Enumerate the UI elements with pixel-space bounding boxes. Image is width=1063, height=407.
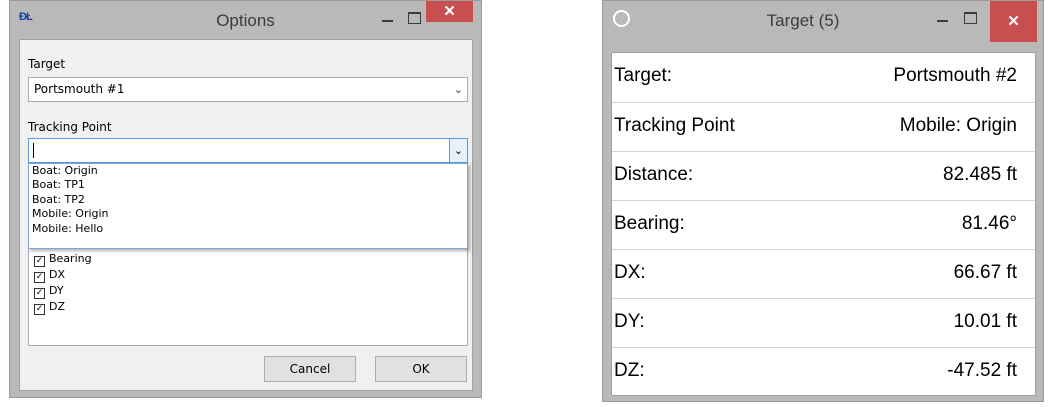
target-readout-table: Target: Portsmouth #2 Tracking Point Mob… xyxy=(611,52,1036,396)
minimize-icon[interactable] xyxy=(375,7,399,29)
readout-value: -47.52 ft xyxy=(947,360,1017,381)
checklist-item-dx[interactable]: ✓ DX xyxy=(34,267,65,283)
readout-key: Distance: xyxy=(614,164,694,185)
text-caret xyxy=(33,143,34,158)
checklist-item-label: DY xyxy=(49,284,64,297)
readout-value: Mobile: Origin xyxy=(899,115,1017,136)
dropdown-item-boat-origin[interactable]: Boat: Origin xyxy=(29,164,467,178)
checkbox-checked-icon[interactable]: ✓ xyxy=(34,272,45,283)
readout-row-tracking-point: Tracking Point Mobile: Origin xyxy=(612,102,1035,151)
options-window: ĐŁ Options ✕ Target Portsmouth #1 ⌄ Trac… xyxy=(9,0,482,398)
ok-button[interactable]: OK xyxy=(375,356,467,382)
options-client-area: Target Portsmouth #1 ⌄ Tracking Point ⌄ … xyxy=(19,39,473,391)
readout-value: 10.01 ft xyxy=(953,311,1017,332)
target-select[interactable]: Portsmouth #1 ⌄ xyxy=(28,77,468,102)
close-button[interactable]: ✕ xyxy=(426,1,473,22)
checkbox-checked-icon[interactable]: ✓ xyxy=(34,288,45,299)
dropdown-item-boat-tp2[interactable]: Boat: TP2 xyxy=(29,193,467,207)
checklist-item-label: DZ xyxy=(49,300,66,313)
dropdown-item-mobile-origin[interactable]: Mobile: Origin xyxy=(29,207,467,221)
checklist-item-dy[interactable]: ✓ DY xyxy=(34,283,64,299)
readout-key: DX: xyxy=(614,262,646,283)
checkbox-checked-icon[interactable]: ✓ xyxy=(34,256,45,267)
dropdown-item-mobile-hello[interactable]: Mobile: Hello xyxy=(29,222,467,236)
chevron-down-icon[interactable]: ⌄ xyxy=(449,139,467,162)
tracking-point-label: Tracking Point xyxy=(28,120,112,134)
readout-key: Tracking Point xyxy=(614,115,735,136)
target-select-value: Portsmouth #1 xyxy=(34,82,125,96)
readout-value: 82.485 ft xyxy=(943,164,1017,185)
target-titlebar[interactable]: Target (5) ✕ xyxy=(603,1,1043,42)
checkbox-checked-icon[interactable]: ✓ xyxy=(34,304,45,315)
readout-key: Target: xyxy=(614,65,673,86)
readout-row-dx: DX: 66.67 ft xyxy=(612,249,1035,298)
checklist-item-label: Bearing xyxy=(49,252,92,265)
options-titlebar[interactable]: ĐŁ Options ✕ xyxy=(10,1,481,39)
readout-value: 66.67 ft xyxy=(953,262,1017,283)
readout-key: Bearing: xyxy=(614,213,685,234)
readout-row-distance: Distance: 82.485 ft xyxy=(612,151,1035,200)
checklist-item-bearing[interactable]: ✓ Bearing xyxy=(34,251,92,267)
readout-value: Portsmouth #2 xyxy=(893,65,1017,86)
readout-row-bearing: Bearing: 81.46° xyxy=(612,200,1035,249)
target-title: Target (5) xyxy=(766,11,840,30)
tracking-point-dropdown: Boat: Origin Boat: TP1 Boat: TP2 Mobile:… xyxy=(28,163,468,249)
tracking-point-select[interactable]: ⌄ xyxy=(28,138,468,163)
checklist-item-dz[interactable]: ✓ DZ xyxy=(34,299,65,315)
readout-row-dy: DY: 10.01 ft xyxy=(612,298,1035,347)
close-button[interactable]: ✕ xyxy=(990,1,1037,42)
readout-row-target: Target: Portsmouth #2 xyxy=(612,53,1035,102)
checklist-item-label: DX xyxy=(49,268,66,281)
minimize-icon[interactable] xyxy=(930,7,954,29)
readout-row-dz: DZ: -47.52 ft xyxy=(612,347,1035,396)
fields-checklist[interactable]: ✓ Bearing ✓ DX ✓ DY ✓ DZ xyxy=(28,236,468,346)
readout-key: DZ: xyxy=(614,360,645,381)
target-window: Target (5) ✕ Target: Portsmouth #2 Track… xyxy=(602,0,1044,402)
cancel-button[interactable]: Cancel xyxy=(264,356,356,382)
chevron-down-icon[interactable]: ⌄ xyxy=(454,78,463,101)
maximize-icon[interactable] xyxy=(402,7,426,29)
target-label: Target xyxy=(28,57,66,71)
maximize-icon[interactable] xyxy=(958,7,982,29)
readout-key: DY: xyxy=(614,311,645,332)
readout-value: 81.46° xyxy=(961,213,1017,234)
dropdown-item-boat-tp1[interactable]: Boat: TP1 xyxy=(29,178,467,192)
